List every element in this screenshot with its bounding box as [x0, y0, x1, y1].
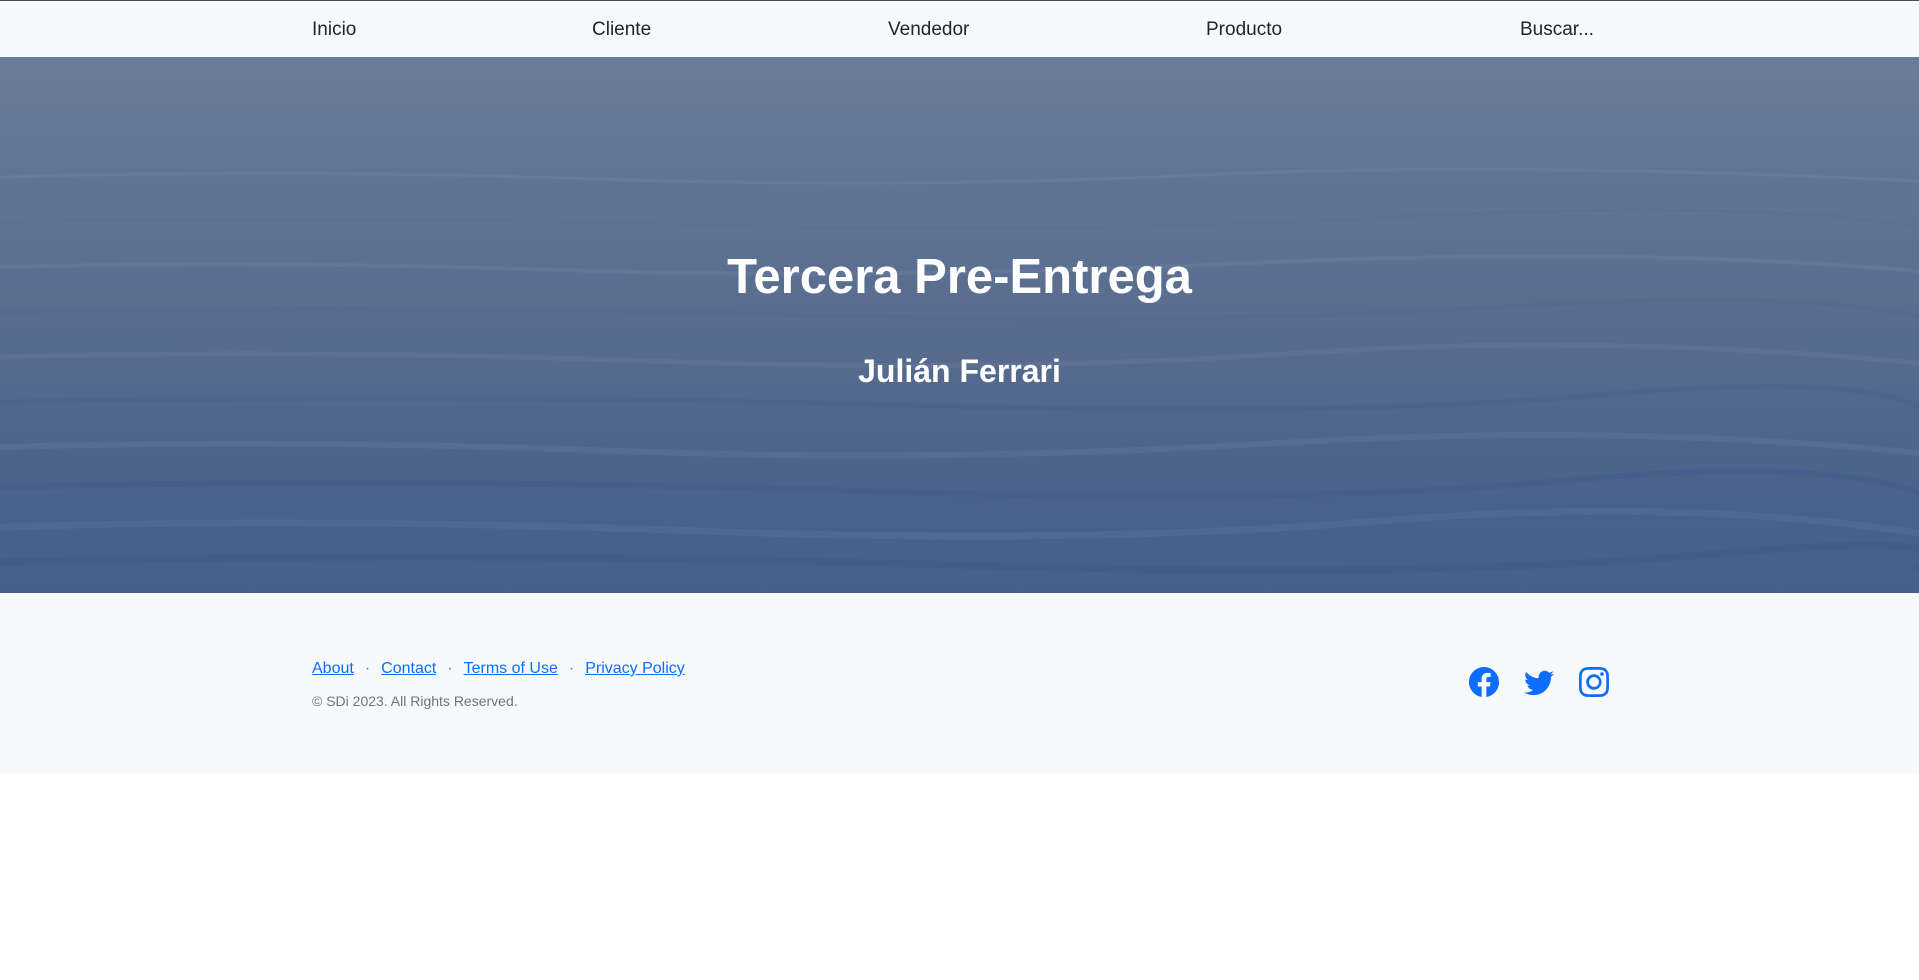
footer-link-about[interactable]: About: [312, 660, 354, 677]
page-title: Tercera Pre-Entrega: [727, 250, 1192, 304]
nav-link-buscar[interactable]: Buscar...: [1520, 18, 1594, 42]
footer-link-terms[interactable]: Terms of Use: [464, 660, 558, 677]
page-footer: About · Contact · Terms of Use · Privacy Polic…: [0, 593, 1919, 774]
top-navbar: Inicio Cliente Vendedor Producto Buscar.…: [0, 0, 1919, 57]
footer-separator: ·: [447, 660, 453, 677]
footer-links: About · Contact · Terms of Use · Privacy Polic…: [312, 659, 685, 679]
instagram-icon[interactable]: [1579, 667, 1609, 697]
nav-link-producto[interactable]: Producto: [1206, 18, 1282, 42]
footer-separator: ·: [364, 660, 371, 677]
footer-separator: ·: [568, 660, 575, 677]
facebook-icon[interactable]: [1469, 667, 1499, 697]
footer-link-contact[interactable]: Contact: [381, 660, 436, 677]
nav-link-vendedor[interactable]: Vendedor: [888, 18, 969, 42]
author-name: Julián Ferrari: [858, 353, 1061, 389]
hero-banner: Tercera Pre-Entrega Julián Ferrari: [0, 57, 1919, 593]
copyright-text: © SDi 2023. All Rights Reserved.: [312, 693, 518, 709]
ocean-background-image: [0, 167, 1919, 574]
twitter-icon[interactable]: [1524, 667, 1554, 697]
nav-link-inicio[interactable]: Inicio: [312, 18, 356, 42]
footer-link-privacy[interactable]: Privacy Policy: [585, 660, 685, 677]
nav-link-cliente[interactable]: Cliente: [592, 18, 651, 42]
